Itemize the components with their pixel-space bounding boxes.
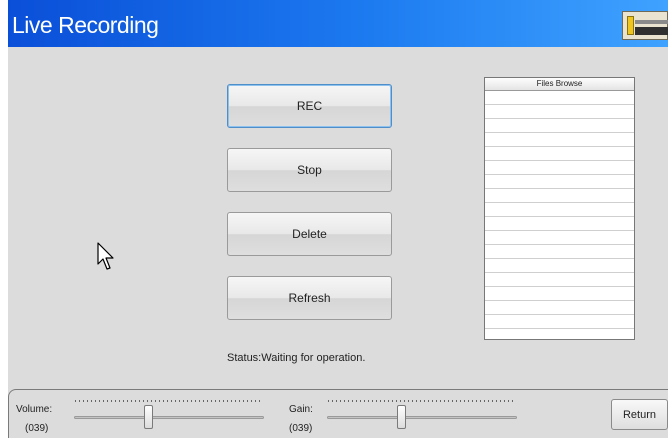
stop-button[interactable]: Stop [227, 148, 392, 192]
return-button[interactable]: Return [611, 399, 668, 430]
file-row[interactable] [485, 301, 634, 315]
app-icon-line [635, 20, 668, 24]
app-icon-bar [627, 16, 634, 35]
gain-slider-ticks [328, 400, 516, 402]
file-row[interactable] [485, 105, 634, 119]
title-bar: Live Recording [8, 0, 668, 47]
file-row[interactable] [485, 133, 634, 147]
file-row[interactable] [485, 231, 634, 245]
app-window-icon[interactable] [622, 11, 668, 40]
volume-slider-ticks [75, 400, 263, 402]
file-row[interactable] [485, 315, 634, 329]
file-row[interactable] [485, 287, 634, 301]
volume-value: (039) [25, 423, 49, 434]
file-row[interactable] [485, 245, 634, 259]
rec-button[interactable]: REC [227, 84, 392, 128]
files-browse-list[interactable]: Files Browse [484, 77, 635, 340]
gain-value: (039) [289, 423, 313, 434]
volume-label: Volume: [16, 404, 53, 415]
volume-slider-thumb[interactable] [144, 405, 154, 429]
refresh-button[interactable]: Refresh [227, 276, 392, 320]
files-browse-header: Files Browse [485, 78, 634, 91]
file-row[interactable] [485, 147, 634, 161]
live-recording-window: Live Recording REC Stop Delete Refresh S… [8, 0, 668, 438]
file-row[interactable] [485, 259, 634, 273]
delete-button[interactable]: Delete [227, 212, 392, 256]
gain-slider[interactable] [327, 416, 517, 419]
files-browse-rows [485, 91, 634, 339]
file-row[interactable] [485, 203, 634, 217]
file-row[interactable] [485, 273, 634, 287]
gain-slider-thumb[interactable] [397, 405, 407, 429]
volume-slider[interactable] [74, 416, 264, 419]
file-row[interactable] [485, 175, 634, 189]
file-row[interactable] [485, 91, 634, 105]
status-text: Status:Waiting for operation. [227, 352, 366, 364]
file-row[interactable] [485, 161, 634, 175]
file-row[interactable] [485, 217, 634, 231]
mouse-cursor-icon [97, 242, 114, 270]
file-row[interactable] [485, 189, 634, 203]
file-row[interactable] [485, 119, 634, 133]
app-icon-base [635, 27, 668, 35]
file-row[interactable] [485, 329, 634, 339]
bottom-control-panel: Volume: (039) Gain: (039) [8, 389, 668, 438]
gain-label: Gain: [289, 404, 313, 415]
window-title: Live Recording [12, 12, 159, 38]
